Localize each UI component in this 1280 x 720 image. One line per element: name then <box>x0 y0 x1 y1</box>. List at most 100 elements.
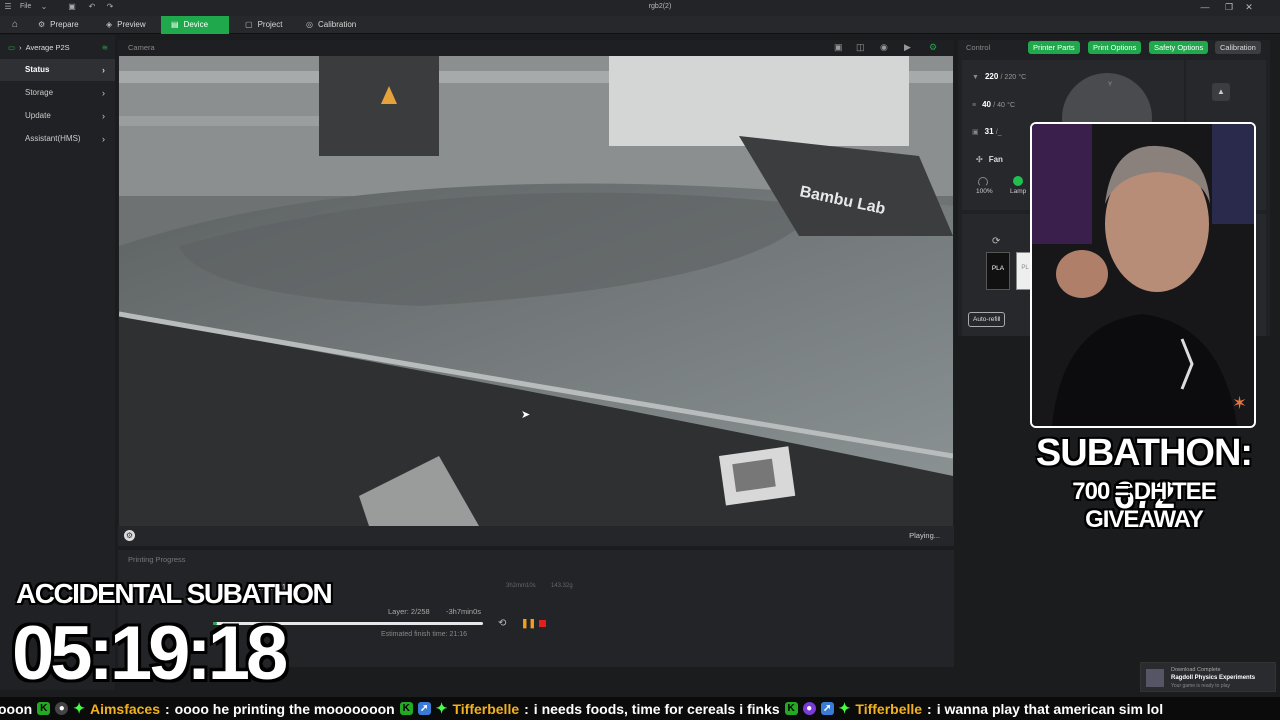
close-button[interactable]: ✕ <box>1242 2 1256 14</box>
webcam-icon[interactable]: ◉ <box>880 42 888 53</box>
minimize-button[interactable]: — <box>1198 2 1212 14</box>
chat-username: Tifferbelle <box>855 700 923 717</box>
device-icon: ▤ <box>171 20 179 29</box>
gear-icon[interactable]: ⚙ <box>124 530 135 541</box>
temp-unit: °C <box>1007 102 1016 109</box>
tab-label: Device <box>183 20 209 29</box>
lamp-label: Lamp <box>1010 188 1027 195</box>
camera-footer: ⚙ Playing... <box>118 526 954 546</box>
time-remaining: -3h7min0s <box>446 607 482 616</box>
refresh-icon[interactable]: ⟲ <box>498 618 506 629</box>
camera-settings-icon[interactable]: ⚙ <box>929 42 937 53</box>
webcam-image: ✶ <box>1032 124 1254 426</box>
timer-title: ACCIDENTAL SUBATHON <box>16 578 333 609</box>
tab-preview[interactable]: ◈ Preview <box>96 16 156 34</box>
tab-calibration[interactable]: ◎ Calibration <box>296 16 366 34</box>
chat-username: Aimsfaces <box>89 700 160 717</box>
print-weight: 143.32g <box>551 583 573 589</box>
mouse-cursor-icon: ➤ <box>521 409 531 421</box>
lamp-icon[interactable] <box>1013 176 1023 186</box>
chamber-temp-value: 31 <box>984 127 994 136</box>
undo-icon[interactable]: ↶ <box>86 2 98 14</box>
tab-project[interactable]: ▢ Project <box>235 16 292 34</box>
menu-icon[interactable]: ☰ <box>2 2 14 14</box>
chat-message: oooo he printing the mooooooon <box>174 700 395 717</box>
preview-icon: ◈ <box>106 20 113 29</box>
recording-icon[interactable]: ▣ <box>834 42 843 53</box>
nozzle-icon: ▼ <box>972 74 979 81</box>
progress-title: Printing Progress <box>128 555 186 564</box>
print-time: 3h2mm10s <box>506 583 536 589</box>
chamber-icon: ▣ <box>972 129 979 136</box>
fan-label: Fan <box>988 155 1003 164</box>
bed-temp-value: 40 <box>982 100 991 109</box>
auto-refill-button[interactable]: Auto-refill <box>968 312 1006 327</box>
chamber-temp[interactable]: ▣ 31 /_ <box>972 127 1002 136</box>
notification-title: Download Complete <box>1171 667 1221 673</box>
camera-feed[interactable]: Bambu Lab ➤ <box>119 56 953 526</box>
print-options-button[interactable]: Print Options <box>1088 41 1142 54</box>
sidebar-item-status[interactable]: Status › <box>0 59 115 81</box>
printer-icon: ▭ <box>8 42 16 52</box>
shirt-logo: ✶ <box>1232 393 1247 413</box>
calibration-icon: ◎ <box>306 20 313 29</box>
calibration-button[interactable]: Calibration <box>1215 41 1261 54</box>
chevron-right-icon: › <box>102 88 105 98</box>
video-icon[interactable]: ▶ <box>904 42 911 53</box>
tab-device[interactable]: ▤ Device <box>161 16 229 34</box>
emote-icon: ● <box>55 702 69 715</box>
redo-icon[interactable]: ↷ <box>104 2 116 14</box>
title-bar: ☰ File ⌄ ▣ ↶ ↷ rgb2(2) — ❐ ✕ <box>0 0 1280 16</box>
bed-temp[interactable]: ≡ 40 / 40 °C <box>972 100 1015 109</box>
camera-panel: Camera ▣ ◫ ◉ ▶ ⚙ Bambu Lab ➤ ⚙ Playing..… <box>118 40 954 546</box>
sidebar-item-label: Update <box>25 111 51 120</box>
printer-selector[interactable]: ▭ › Average P2S ≋ <box>8 41 108 53</box>
kick-badge-icon: K <box>399 702 413 715</box>
sidebar-item-assistant[interactable]: Assistant(HMS) › <box>0 128 115 150</box>
chat-separator: : <box>927 700 932 717</box>
sidebar-item-update[interactable]: Update › <box>0 105 115 127</box>
timelapse-icon[interactable]: ◫ <box>856 42 865 53</box>
chat-message: i needs foods, time for cereals i finks <box>533 700 780 717</box>
printer-parts-button[interactable]: Printer Parts <box>1028 41 1080 54</box>
pause-button[interactable]: ❚❚ <box>521 618 536 629</box>
jog-y-label: Y <box>1108 82 1113 88</box>
download-notification[interactable]: Download Complete Ragdoll Physics Experi… <box>1140 662 1276 692</box>
sidebar-item-label: Status <box>25 65 50 74</box>
window-title: rgb2(2) <box>648 3 672 10</box>
chat-username: Tifferbelle <box>452 700 520 717</box>
safety-options-button[interactable]: Safety Options <box>1149 41 1209 54</box>
chevron-right-icon: › <box>19 42 22 52</box>
maximize-button[interactable]: ❐ <box>1222 2 1236 14</box>
chamber-temp-target: /_ <box>995 129 1002 136</box>
playback-status: Playing... <box>909 531 940 540</box>
fan-section[interactable]: ✣ Fan <box>976 155 1003 164</box>
home-icon: ⌂ <box>12 19 19 30</box>
notification-game: Ragdoll Physics Experiments <box>1171 675 1256 681</box>
chat-ticker-track: ooon K ● ✦ Aimsfaces: oooo he printing t… <box>0 700 1163 717</box>
tab-prepare[interactable]: ⚙ Prepare <box>28 16 89 34</box>
nozzle-temp[interactable]: ▼ 220 / 220 °C <box>972 72 1026 81</box>
emote-icon: ● <box>802 702 816 715</box>
sidebar-item-storage[interactable]: Storage › <box>0 82 115 104</box>
chevron-right-icon: › <box>102 65 105 75</box>
filament-slot[interactable]: PLA <box>986 252 1010 290</box>
save-icon[interactable]: ▣ <box>66 2 78 14</box>
wifi-icon: ≋ <box>101 42 108 52</box>
project-icon: ▢ <box>245 20 253 29</box>
kick-badge-icon: K <box>37 702 51 715</box>
reload-icon[interactable]: ⟳ <box>992 236 1000 247</box>
file-menu[interactable]: File <box>20 3 31 10</box>
home-button[interactable]: ⌂ <box>2 16 28 34</box>
filament-type: PL <box>1021 265 1029 271</box>
emote-icon: ➚ <box>820 702 834 715</box>
bed-up-button[interactable]: ▲ <box>1212 83 1230 101</box>
layer-status: Layer: 2/258 <box>388 607 430 616</box>
chevron-down-icon[interactable]: ⌄ <box>38 2 50 14</box>
stop-button[interactable] <box>539 620 546 627</box>
kick-badge-icon: K <box>784 702 798 715</box>
chevron-right-icon: › <box>102 111 105 121</box>
camera-image: Bambu Lab <box>119 56 953 526</box>
sparkle-icon: ✦ <box>73 700 85 716</box>
sidebar-item-label: Assistant(HMS) <box>25 134 81 143</box>
